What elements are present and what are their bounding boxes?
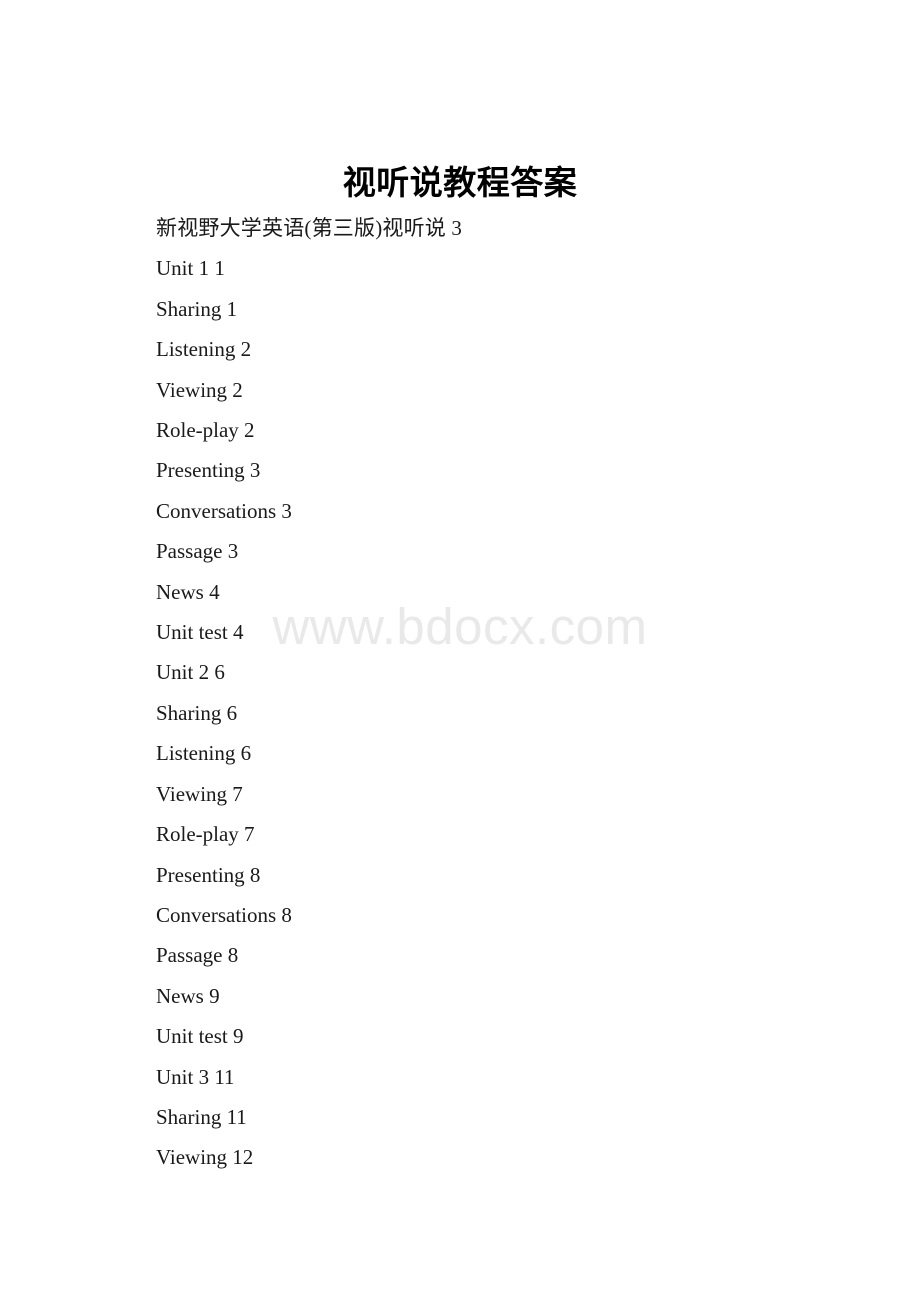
toc-entry: Unit 1 1 [156,256,225,281]
toc-entry: Conversations 8 [156,902,292,927]
toc-entry: Unit 3 11 [156,1064,235,1089]
toc-entry: Presenting 3 [156,458,261,483]
toc-entry: Conversations 3 [156,498,292,523]
page-title: 视听说教程答案 [342,166,578,203]
toc-entry: Unit test 9 [156,1024,244,1049]
table-of-contents: 新视野大学英语(第三版)视听说 3 Unit 1 1 Sharing 1 Lis… [156,208,856,1178]
toc-entry: Viewing 7 [156,781,243,806]
toc-entry: Sharing 11 [156,1104,247,1129]
document-subtitle: 新视野大学英语(第三版)视听说 3 [156,216,463,240]
toc-entry: Viewing 2 [156,377,243,402]
toc-entry: Viewing 12 [156,1145,254,1170]
toc-entry: Sharing 1 [156,296,238,321]
toc-entry: Passage 8 [156,943,239,968]
toc-entry: Passage 3 [156,539,239,564]
toc-entry: Listening 6 [156,741,252,766]
toc-entry: Presenting 8 [156,862,261,887]
document-page: www.bdocx.com 视听说教程答案 新视野大学英语(第三版)视听说 3 … [0,0,920,1302]
toc-entry: News 9 [156,983,220,1008]
toc-entry: Unit 2 6 [156,660,225,685]
toc-entry: Role-play 2 [156,418,255,443]
toc-entry: Unit test 4 [156,620,244,645]
toc-entry: News 4 [156,579,220,604]
toc-entry: Listening 2 [156,337,252,362]
toc-entry: Role-play 7 [156,822,255,847]
toc-entry: Sharing 6 [156,700,238,725]
